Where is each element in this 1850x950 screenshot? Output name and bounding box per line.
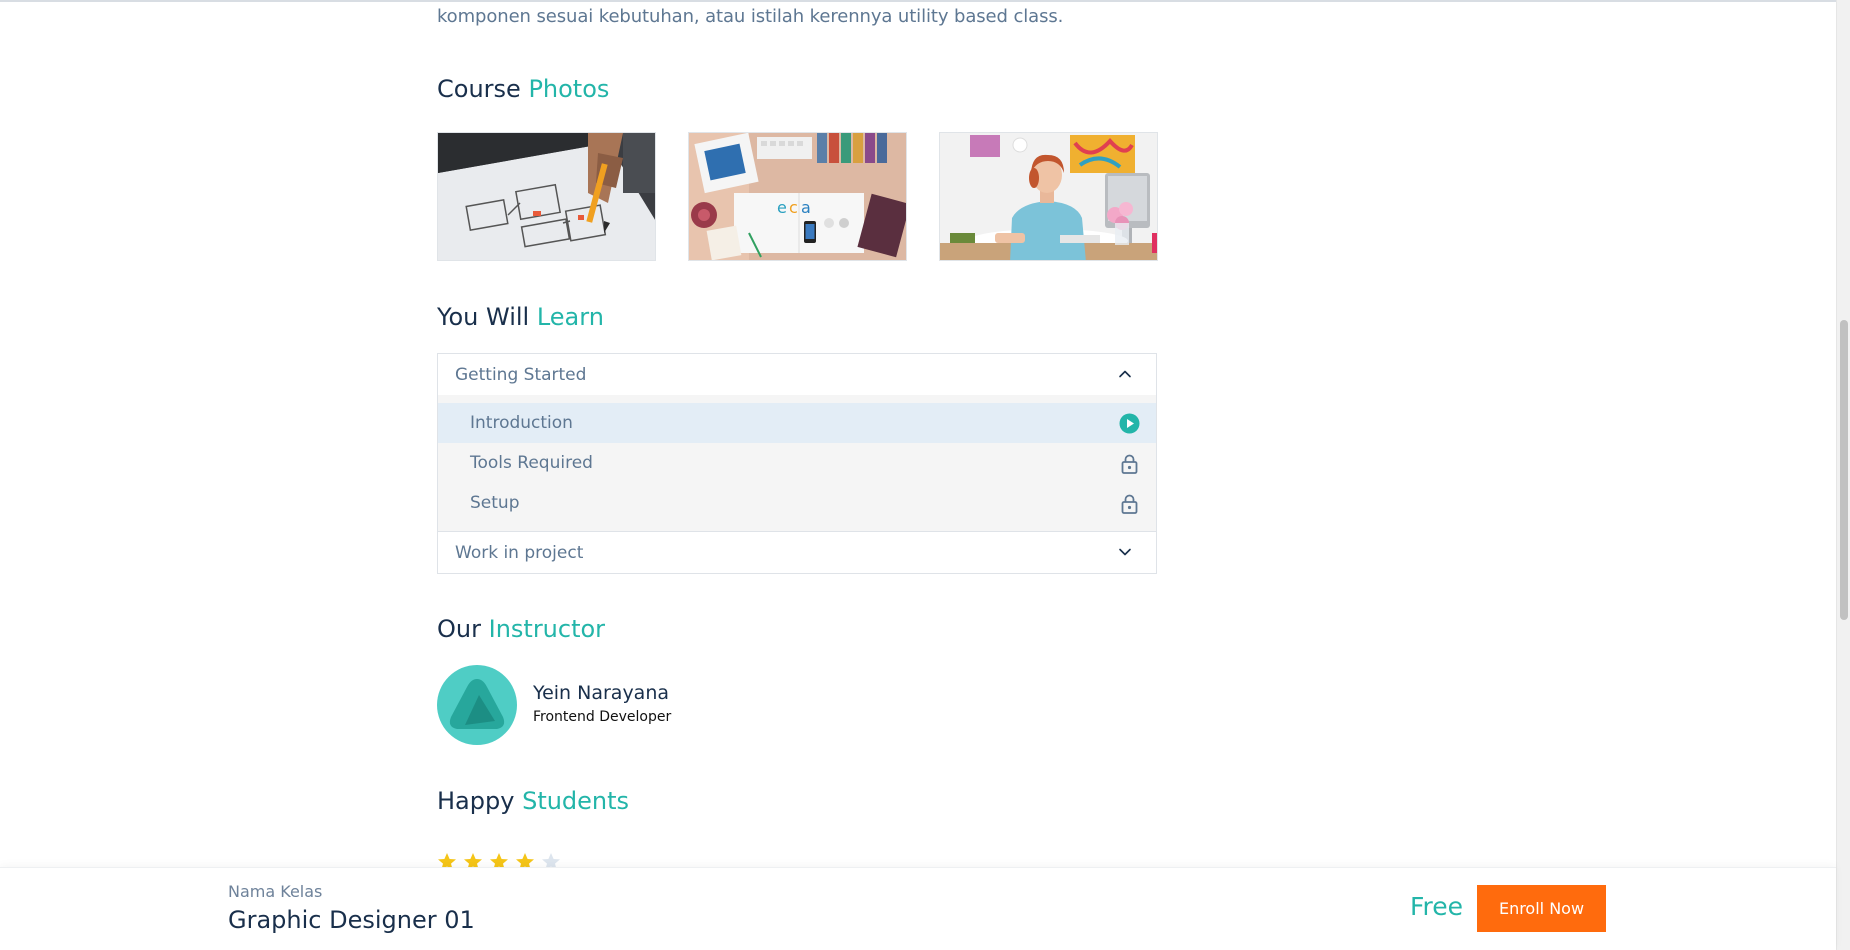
lesson-title: Introduction (470, 413, 573, 433)
enroll-now-button[interactable]: Enroll Now (1477, 885, 1606, 932)
lesson-setup[interactable]: Setup (438, 483, 1156, 523)
wireframe-sketch-photo[interactable] (437, 132, 656, 261)
title-accent: Students (522, 787, 630, 815)
lesson-introduction[interactable]: Introduction (438, 403, 1156, 443)
top-divider (0, 0, 1836, 2)
scrollbar-thumb[interactable] (1840, 320, 1848, 620)
title-accent: Instructor (488, 615, 606, 643)
title-accent: Photos (528, 75, 610, 103)
desk-flatlay-photo[interactable]: e c a (688, 132, 907, 261)
lesson-title: Tools Required (470, 453, 593, 473)
avatar (437, 665, 517, 745)
instructor-name: Yein Narayana (533, 682, 670, 704)
title-accent: Learn (536, 303, 604, 331)
course-photos: e c a (437, 132, 1158, 261)
chevron-up-icon (1119, 370, 1131, 378)
section-title-learn: You Will Learn (437, 303, 604, 331)
accordion-header-getting-started[interactable]: Getting Started (438, 354, 1156, 395)
accordion-header-work-in-project[interactable]: Work in project (438, 532, 1156, 573)
class-name-label: Nama Kelas (228, 882, 323, 901)
lock-icon (1121, 454, 1138, 474)
accordion-body-getting-started: Introduction Tools Required Setup (438, 395, 1156, 532)
chevron-down-icon (1119, 548, 1131, 556)
enroll-bar: Nama Kelas Graphic Designer 01 Free Enro… (0, 867, 1836, 950)
section-title-instructor: Our Instructor (437, 615, 605, 643)
instructor-role: Frontend Developer (533, 709, 672, 725)
title-part: You Will (437, 303, 530, 331)
triangle-logo-icon (449, 679, 505, 729)
lesson-title: Setup (470, 493, 520, 513)
curriculum-accordion: Getting Started Introduction Tools Requi… (437, 353, 1157, 574)
page-scrollbar[interactable] (1836, 0, 1850, 950)
play-icon[interactable] (1119, 413, 1140, 434)
lesson-tools-required[interactable]: Tools Required (438, 443, 1156, 483)
section-title-photos: Course Photos (437, 75, 609, 103)
title-part: Course (437, 75, 521, 103)
svg-text:c: c (789, 198, 798, 217)
section-title-students: Happy Students (437, 787, 629, 815)
title-part: Our (437, 615, 481, 643)
accordion-header-label: Getting Started (455, 364, 587, 385)
instructor-card: Yein Narayana Frontend Developer (437, 665, 837, 745)
lock-icon (1121, 494, 1138, 514)
class-title: Graphic Designer 01 (228, 906, 475, 934)
price-label: Free (1410, 892, 1464, 921)
woman-at-desk-photo[interactable] (939, 132, 1158, 261)
svg-text:e: e (777, 198, 787, 217)
course-description: komponen sesuai kebutuhan, atau istilah … (437, 6, 1064, 27)
accordion-header-label: Work in project (455, 542, 584, 563)
title-part: Happy (437, 787, 515, 815)
svg-text:a: a (801, 198, 811, 217)
